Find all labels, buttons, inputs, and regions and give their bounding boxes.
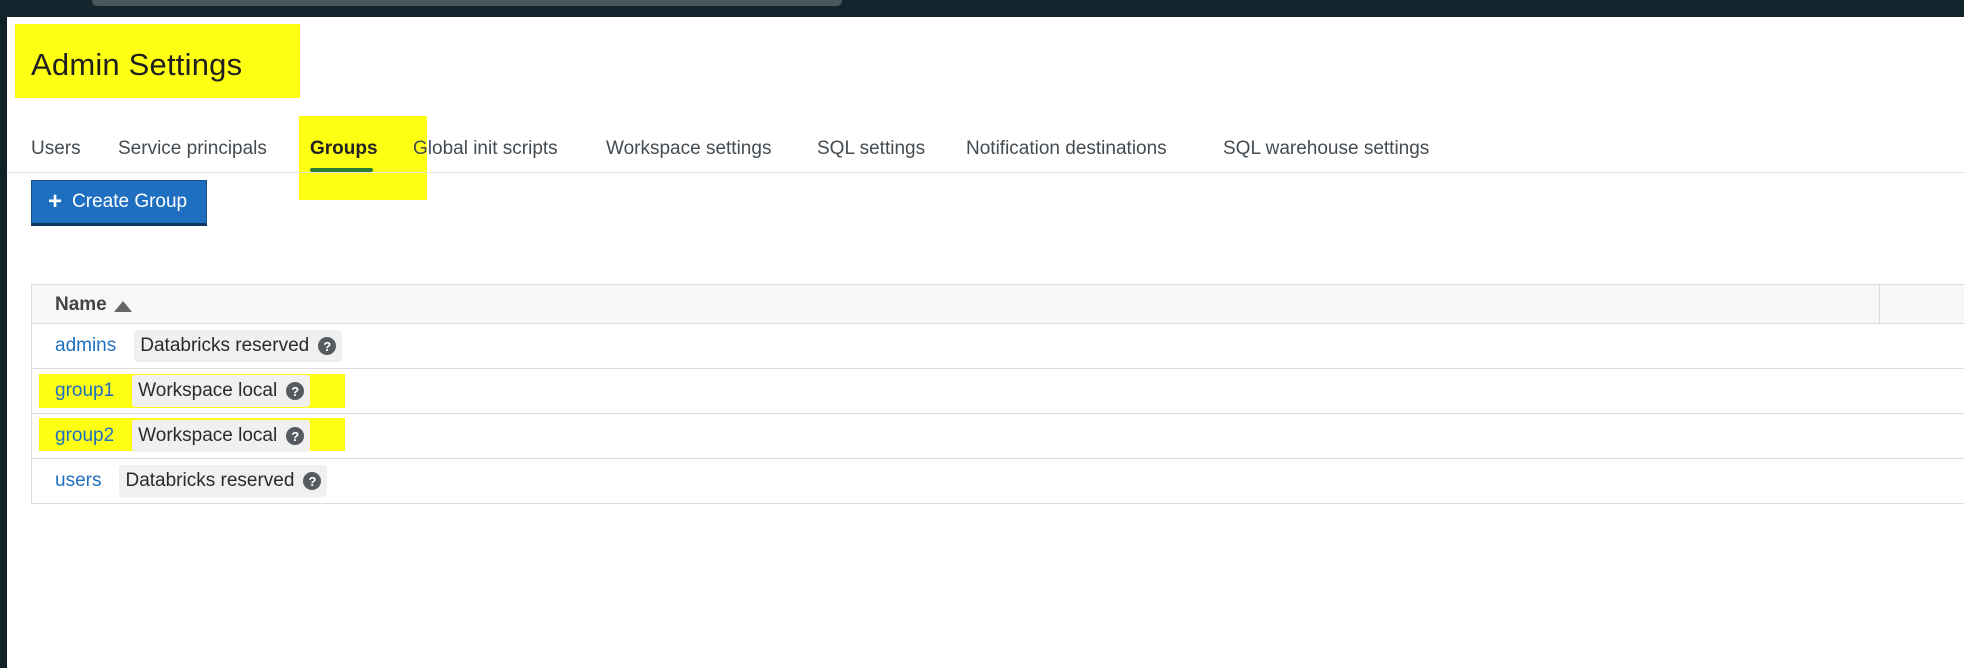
- table-row: users Databricks reserved ?: [32, 459, 1964, 504]
- group-type-badge: Databricks reserved ?: [134, 330, 343, 362]
- table-row: admins Databricks reserved ?: [32, 324, 1964, 369]
- tab-notification-destinations[interactable]: Notification destinations: [966, 138, 1167, 160]
- tab-sql-warehouse-settings[interactable]: SQL warehouse settings: [1223, 138, 1429, 160]
- admin-settings-page: Admin Settings Users Service principals …: [7, 17, 1964, 668]
- column-divider[interactable]: [1879, 285, 1880, 324]
- group-link[interactable]: group2: [55, 425, 114, 447]
- question-circle-icon[interactable]: ?: [286, 382, 305, 400]
- page-title: Admin Settings: [31, 47, 243, 82]
- group-type-badge: Databricks reserved ?: [119, 465, 328, 497]
- table-row: group2 Workspace local ?: [32, 414, 1964, 459]
- group-link[interactable]: users: [55, 470, 101, 492]
- create-group-button[interactable]: + Create Group: [31, 180, 207, 226]
- table-header: Name: [32, 285, 1964, 324]
- groups-table: Name admins Databricks reserved ? group1…: [31, 284, 1964, 504]
- top-navigation-bar: [0, 0, 1964, 17]
- group-type-badge: Workspace local ?: [132, 375, 311, 407]
- tab-workspace-settings[interactable]: Workspace settings: [606, 138, 771, 160]
- badge-label: Databricks reserved: [125, 470, 295, 491]
- name-column-header[interactable]: Name: [55, 294, 132, 316]
- group-type-badge: Workspace local ?: [132, 420, 311, 452]
- plus-icon: +: [48, 188, 63, 215]
- table-row: group1 Workspace local ?: [32, 369, 1964, 414]
- question-circle-icon[interactable]: ?: [303, 472, 322, 490]
- group-link[interactable]: group1: [55, 380, 114, 402]
- badge-label: Databricks reserved: [140, 335, 310, 356]
- tab-groups[interactable]: Groups: [310, 138, 378, 160]
- tab-global-init-scripts[interactable]: Global init scripts: [413, 138, 558, 160]
- search-bar[interactable]: [92, 0, 842, 6]
- tab-users[interactable]: Users: [31, 138, 81, 160]
- name-column-label: Name: [55, 294, 107, 315]
- sort-ascending-icon: [113, 300, 132, 312]
- question-circle-icon[interactable]: ?: [286, 427, 305, 445]
- settings-tabs: Users Service principals Groups Global i…: [7, 121, 1964, 173]
- question-circle-icon[interactable]: ?: [318, 337, 337, 355]
- create-group-label: Create Group: [72, 191, 188, 212]
- badge-label: Workspace local: [138, 425, 278, 446]
- badge-label: Workspace local: [138, 380, 278, 401]
- group-link[interactable]: admins: [55, 335, 116, 357]
- active-tab-indicator: [310, 168, 373, 172]
- tab-sql-settings[interactable]: SQL settings: [817, 138, 925, 160]
- tab-service-principals[interactable]: Service principals: [118, 138, 267, 160]
